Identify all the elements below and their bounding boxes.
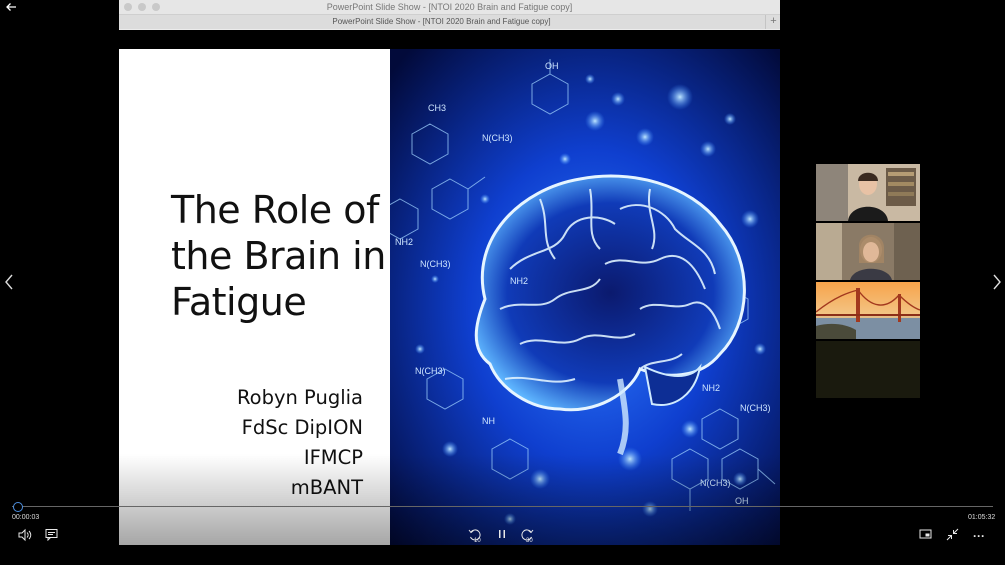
tab-slide-show[interactable]: PowerPoint Slide Show - [NTOI 2020 Brain… bbox=[119, 15, 764, 29]
volume-icon bbox=[18, 528, 32, 542]
chem-label: NH2 bbox=[702, 383, 720, 393]
slide-title-line: The Role of bbox=[171, 188, 379, 232]
elapsed-time: 00:00:03 bbox=[12, 514, 40, 521]
window-title: PowerPoint Slide Show - [NTOI 2020 Brain… bbox=[326, 2, 573, 12]
exit-fullscreen-icon bbox=[946, 528, 959, 541]
chem-label: N(CH3) bbox=[415, 366, 446, 376]
window-titlebar: PowerPoint Slide Show - [NTOI 2020 Brain… bbox=[119, 0, 780, 15]
skip-forward-seconds: 30 bbox=[526, 538, 533, 544]
slide-text-panel: The Role of the Brain in Fatigue Robyn P… bbox=[119, 49, 390, 545]
skip-back-button[interactable]: 10 bbox=[468, 528, 486, 544]
next-slide-button[interactable] bbox=[990, 274, 1004, 292]
pause-icon bbox=[499, 530, 505, 538]
author-credential: FdSc DipION bbox=[241, 416, 363, 439]
back-arrow-icon bbox=[6, 3, 16, 11]
chevron-right-icon bbox=[993, 274, 1001, 290]
previous-slide-button[interactable] bbox=[2, 274, 16, 292]
timeline-thumb[interactable] bbox=[12, 502, 23, 512]
presentation-window-chrome: PowerPoint Slide Show - [NTOI 2020 Brain… bbox=[119, 0, 780, 30]
more-options-button[interactable]: ··· bbox=[970, 528, 988, 544]
chem-label: NH2 bbox=[395, 237, 413, 247]
new-tab-button[interactable]: + bbox=[765, 15, 781, 29]
participant-video[interactable] bbox=[816, 164, 920, 221]
skip-forward-button[interactable]: 30 bbox=[520, 528, 538, 544]
slide-title-line: the Brain in bbox=[171, 234, 386, 278]
chevron-left-icon bbox=[5, 274, 13, 290]
participant-video-off[interactable] bbox=[816, 341, 920, 398]
presentation-slide: The Role of the Brain in Fatigue Robyn P… bbox=[119, 49, 780, 545]
glowing-brain-image: OH CH3 N(CH3) NH2 N(CH3) NH2 N(CH3) N(CH… bbox=[390, 49, 780, 545]
skip-back-seconds: 10 bbox=[474, 538, 481, 544]
participant-video-frame bbox=[816, 223, 920, 280]
chem-label: N(CH3) bbox=[740, 403, 771, 413]
back-button[interactable] bbox=[5, 1, 21, 15]
window-tabbar: PowerPoint Slide Show - [NTOI 2020 Brain… bbox=[119, 15, 780, 29]
chem-label: NH2 bbox=[510, 276, 528, 286]
mini-view-button[interactable] bbox=[919, 528, 935, 544]
captions-icon bbox=[45, 529, 58, 541]
slide-title-line: Fatigue bbox=[171, 280, 307, 324]
mini-view-icon bbox=[919, 529, 932, 539]
chem-label: OH bbox=[735, 496, 749, 506]
participant-video[interactable] bbox=[816, 282, 920, 339]
timeline-scrubber[interactable] bbox=[12, 506, 993, 507]
chem-label: OH bbox=[545, 61, 559, 71]
participant-video-frame bbox=[816, 164, 920, 221]
volume-button[interactable] bbox=[18, 528, 34, 544]
pause-button[interactable] bbox=[496, 528, 510, 544]
author-name: Robyn Puglia bbox=[236, 386, 363, 409]
chem-label: N(CH3) bbox=[700, 478, 731, 488]
slide-title: The Role of the Brain in Fatigue bbox=[171, 187, 386, 325]
author-credentials: Robyn Puglia FdSc DipION IFMCP mBANT bbox=[237, 383, 363, 503]
total-duration: 01:05:32 bbox=[968, 514, 996, 521]
chem-label: NH bbox=[482, 416, 495, 426]
exit-fullscreen-button[interactable] bbox=[946, 528, 962, 544]
golden-gate-bridge-background bbox=[816, 282, 920, 339]
author-credential: IFMCP bbox=[303, 446, 363, 469]
chem-label: N(CH3) bbox=[482, 133, 513, 143]
participant-video[interactable] bbox=[816, 223, 920, 280]
chem-label: N(CH3) bbox=[420, 259, 451, 269]
author-credential: mBANT bbox=[290, 476, 363, 499]
captions-button[interactable] bbox=[45, 528, 61, 544]
chem-label: CH3 bbox=[428, 103, 446, 113]
